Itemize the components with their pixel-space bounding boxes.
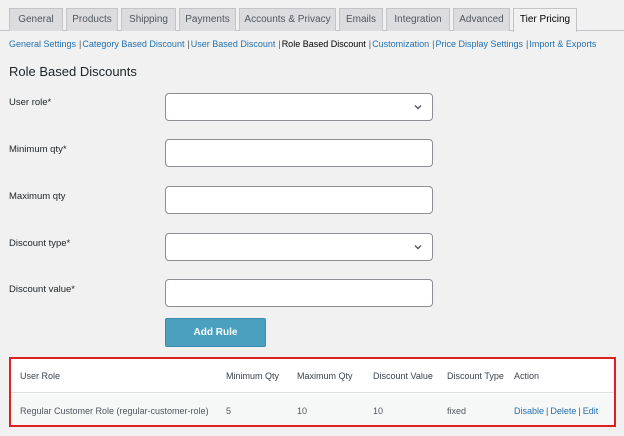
user-role-label: User role* (9, 97, 52, 108)
max-qty-label: Maximum qty (9, 191, 66, 202)
cell-actions: Disable | Delete | Edit (514, 406, 598, 416)
subnav-separator: | (526, 39, 529, 49)
column-header-action: Action (514, 371, 540, 381)
cell-discount-type: fixed (447, 406, 467, 416)
column-header-minimum-qty: Minimum Qty (226, 371, 280, 381)
tab-integration[interactable]: Integration (386, 8, 450, 31)
chevron-down-icon (414, 105, 422, 110)
subnav: General Settings |Category Based Discount… (9, 39, 624, 49)
action-separator: | (546, 406, 549, 416)
subnav-import-exports[interactable]: Import & Exports (529, 39, 596, 49)
subnav-role-based-discount[interactable]: Role Based Discount (282, 39, 366, 49)
cell-minimum-qty: 5 (226, 406, 232, 416)
tab-advanced[interactable]: Advanced (453, 8, 510, 31)
min-qty-input[interactable] (165, 139, 433, 167)
subnav-separator: | (368, 39, 372, 49)
subnav-separator: | (278, 39, 281, 49)
tab-products[interactable]: Products (66, 8, 118, 31)
settings-tabs: General Products Shipping Payments Accou… (0, 0, 624, 32)
chevron-down-icon (414, 245, 422, 250)
subnav-price-display-settings[interactable]: Price Display Settings (435, 39, 523, 49)
subnav-category-based-discount[interactable]: Category Based Discount (82, 39, 184, 49)
subnav-separator: | (187, 39, 190, 49)
cell-user-role: Regular Customer Role (regular-customer-… (20, 406, 209, 416)
disable-link[interactable]: Disable (514, 406, 544, 416)
discount-type-label: Discount type* (9, 238, 71, 249)
discount-value-label: Discount value* (9, 284, 76, 295)
tab-payments[interactable]: Payments (179, 8, 236, 31)
cell-discount-value: 10 (373, 406, 384, 416)
column-header-discount-value: Discount Value (373, 371, 433, 381)
tab-accounts-privacy[interactable]: Accounts & Privacy (239, 8, 336, 31)
action-separator: | (578, 406, 581, 416)
column-header-user-role: User Role (20, 371, 61, 381)
cell-maximum-qty: 10 (297, 406, 308, 416)
tab-emails[interactable]: Emails (339, 8, 383, 31)
column-header-maximum-qty: Maximum Qty (297, 371, 353, 381)
add-rule-button[interactable]: Add Rule (165, 318, 266, 347)
discount-value-input[interactable] (165, 279, 433, 307)
subnav-general-settings[interactable]: General Settings (9, 39, 76, 49)
tab-tier-pricing[interactable]: Tier Pricing (513, 8, 577, 32)
tab-general[interactable]: General (9, 8, 63, 31)
delete-link[interactable]: Delete (550, 406, 576, 416)
page-title: Role Based Discounts (9, 64, 137, 79)
table-row: Regular Customer Role (regular-customer-… (11, 394, 614, 425)
subnav-user-based-discount[interactable]: User Based Discount (191, 39, 276, 49)
discount-type-select[interactable] (165, 233, 433, 261)
tab-shipping[interactable]: Shipping (121, 8, 176, 31)
table-header: User Role Minimum Qty Maximum Qty Discou… (11, 359, 614, 393)
max-qty-input[interactable] (165, 186, 433, 214)
rules-table: User Role Minimum Qty Maximum Qty Discou… (9, 357, 616, 427)
user-role-select[interactable] (165, 93, 433, 121)
min-qty-label: Minimum qty* (9, 144, 67, 155)
column-header-discount-type: Discount Type (447, 371, 504, 381)
subnav-customization[interactable]: Customization (372, 39, 429, 49)
edit-link[interactable]: Edit (583, 406, 599, 416)
